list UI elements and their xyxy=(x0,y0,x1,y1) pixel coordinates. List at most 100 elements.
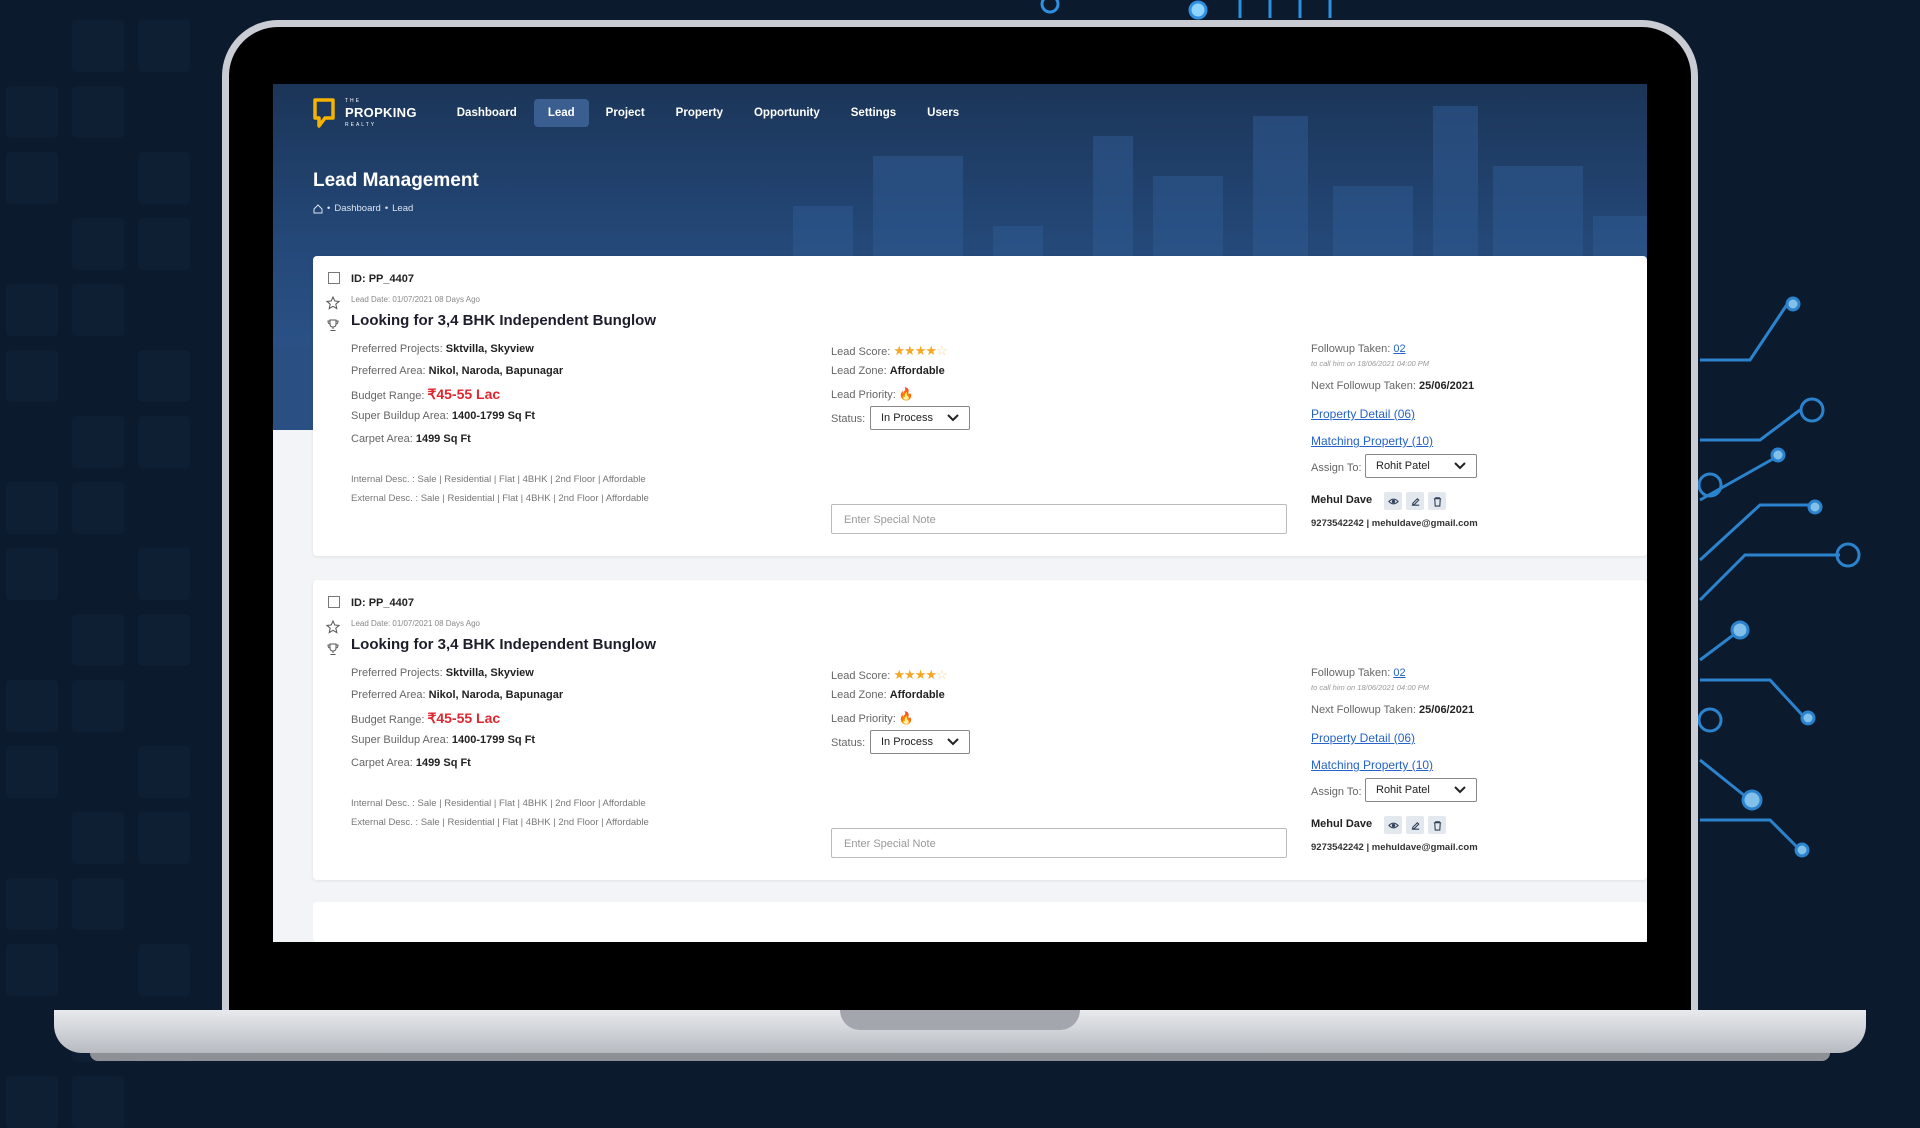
brand-logo[interactable]: THE PROPKING REALTY xyxy=(311,94,417,132)
lead-id: ID: PP_4407 xyxy=(351,597,414,609)
lead-priority: Lead Priority: 🔥 xyxy=(831,387,914,401)
lead-card: ID: PP_4407 Lead Date: 01/07/2021 08 Day… xyxy=(313,580,1647,880)
breadcrumb-lead: Lead xyxy=(392,203,414,214)
followup-count-link[interactable]: 02 xyxy=(1393,667,1405,679)
followup-taken: Followup Taken: 02 xyxy=(1311,667,1406,679)
super-buildup-area: Super Buildup Area: 1400-1799 Sq Ft xyxy=(351,410,536,422)
star-icon[interactable] xyxy=(326,620,340,634)
budget-range: Budget Range: ₹45-55 Lac xyxy=(351,710,501,726)
internal-desc: Internal Desc. : Sale | Residential | Fl… xyxy=(351,474,646,485)
lead-title[interactable]: Looking for 3,4 BHK Independent Bunglow xyxy=(351,312,656,329)
property-detail-link[interactable]: Property Detail (06) xyxy=(1311,407,1415,421)
followup-taken: Followup Taken: 02 xyxy=(1311,343,1406,355)
followup-note: to call him on 18/06/2021 04:00 PM xyxy=(1311,683,1429,692)
nav-item-lead[interactable]: Lead xyxy=(533,99,589,127)
special-note-input[interactable]: Enter Special Note xyxy=(831,504,1287,534)
super-buildup-area: Super Buildup Area: 1400-1799 Sq Ft xyxy=(351,734,536,746)
matching-property-link[interactable]: Matching Property (10) xyxy=(1311,434,1433,448)
property-detail-link[interactable]: Property Detail (06) xyxy=(1311,731,1415,745)
followup-count-link[interactable]: 02 xyxy=(1393,343,1405,355)
contact-name: Mehul Dave xyxy=(1311,818,1373,830)
lead-zone: Lead Zone: Affordable xyxy=(831,365,945,377)
assign-to-select[interactable]: Rohit Patel xyxy=(1365,778,1477,802)
lead-score: Lead Score: ★★★★☆ xyxy=(831,343,948,358)
chevron-down-icon xyxy=(1454,786,1466,794)
star-filled-icon: ★ xyxy=(914,667,927,682)
delete-button[interactable] xyxy=(1428,816,1446,834)
breadcrumb: • Dashboard • Lead xyxy=(313,203,413,214)
status-select[interactable]: In Process xyxy=(870,406,970,430)
laptop-notch xyxy=(840,1010,1080,1030)
lead-score: Lead Score: ★★★★☆ xyxy=(831,667,948,682)
star-filled-icon: ★ xyxy=(914,343,927,358)
lead-card: ID: PP_4407 Lead Date: 01/07/2021 08 Day… xyxy=(313,256,1647,556)
trash-icon xyxy=(1433,820,1441,831)
star-empty-icon: ☆ xyxy=(936,667,948,682)
nav-item-settings[interactable]: Settings xyxy=(837,99,910,127)
laptop-foot xyxy=(90,1053,1830,1061)
logo-line-2: PROPKING xyxy=(345,105,417,120)
nav-item-users[interactable]: Users xyxy=(913,99,973,127)
breadcrumb-dashboard[interactable]: Dashboard xyxy=(334,203,380,214)
carpet-area: Carpet Area: 1499 Sq Ft xyxy=(351,757,471,769)
nav-item-dashboard[interactable]: Dashboard xyxy=(443,99,531,127)
chevron-down-icon xyxy=(947,414,959,422)
edit-icon xyxy=(1411,497,1419,506)
laptop-base xyxy=(54,1010,1866,1053)
followup-note: to call him on 18/06/2021 04:00 PM xyxy=(1311,359,1429,368)
lead-date: Lead Date: 01/07/2021 08 Days Ago xyxy=(351,619,480,628)
nav-item-project[interactable]: Project xyxy=(592,99,659,127)
preferred-area: Preferred Area: Nikol, Naroda, Bapunagar xyxy=(351,365,564,377)
lead-zone: Lead Zone: Affordable xyxy=(831,689,945,701)
eye-icon xyxy=(1387,822,1399,828)
star-rating: ★★★★☆ xyxy=(893,343,948,358)
trophy-icon[interactable] xyxy=(326,318,340,332)
budget-range: Budget Range: ₹45-55 Lac xyxy=(351,386,501,402)
trophy-icon[interactable] xyxy=(326,642,340,656)
star-empty-icon: ☆ xyxy=(936,343,948,358)
chevron-down-icon xyxy=(1454,462,1466,470)
flame-icon: 🔥 xyxy=(898,387,914,401)
star-filled-icon: ★ xyxy=(925,343,937,358)
status-value: In Process xyxy=(881,736,933,748)
edit-button[interactable] xyxy=(1406,492,1424,510)
carpet-area: Carpet Area: 1499 Sq Ft xyxy=(351,433,471,445)
select-checkbox[interactable] xyxy=(328,272,340,284)
contact-info: 9273542242 | mehuldave@gmail.com xyxy=(1311,518,1478,529)
preferred-projects: Preferred Projects: Sktvilla, Skyview xyxy=(351,667,534,679)
matching-property-link[interactable]: Matching Property (10) xyxy=(1311,758,1433,772)
status-select[interactable]: In Process xyxy=(870,730,970,754)
lead-title[interactable]: Looking for 3,4 BHK Independent Bunglow xyxy=(351,636,656,653)
lead-date: Lead Date: 01/07/2021 08 Days Ago xyxy=(351,295,480,304)
assign-to-label: Assign To: xyxy=(1311,786,1362,798)
star-rating: ★★★★☆ xyxy=(893,667,948,682)
status-value: In Process xyxy=(881,412,933,424)
lead-id: ID: PP_4407 xyxy=(351,273,414,285)
page-title: Lead Management xyxy=(313,170,479,191)
select-checkbox[interactable] xyxy=(328,596,340,608)
preferred-area: Preferred Area: Nikol, Naroda, Bapunagar xyxy=(351,689,564,701)
view-button[interactable] xyxy=(1384,492,1402,510)
assign-value: Rohit Patel xyxy=(1376,460,1430,472)
contact-name: Mehul Dave xyxy=(1311,494,1373,506)
internal-desc: Internal Desc. : Sale | Residential | Fl… xyxy=(351,798,646,809)
nav-item-property[interactable]: Property xyxy=(662,99,737,127)
edit-button[interactable] xyxy=(1406,816,1424,834)
view-button[interactable] xyxy=(1384,816,1402,834)
logo-text: THE PROPKING REALTY xyxy=(345,95,417,131)
external-desc: External Desc. : Sale | Residential | Fl… xyxy=(351,817,649,828)
delete-button[interactable] xyxy=(1428,492,1446,510)
external-desc: External Desc. : Sale | Residential | Fl… xyxy=(351,493,649,504)
star-filled-icon: ★ xyxy=(893,667,905,682)
circuit-decoration xyxy=(1697,296,1861,858)
star-icon[interactable] xyxy=(326,296,340,310)
star-filled-icon: ★ xyxy=(893,343,905,358)
nav-items: Dashboard Lead Project Property Opportunity S… xyxy=(443,99,976,127)
home-icon[interactable] xyxy=(313,203,323,214)
nav-item-opportunity[interactable]: Opportunity xyxy=(740,99,834,127)
logo-icon xyxy=(313,98,335,128)
special-note-input[interactable]: Enter Special Note xyxy=(831,828,1287,858)
flame-icon: 🔥 xyxy=(898,711,914,725)
eye-icon xyxy=(1387,498,1399,504)
assign-to-select[interactable]: Rohit Patel xyxy=(1365,454,1477,478)
